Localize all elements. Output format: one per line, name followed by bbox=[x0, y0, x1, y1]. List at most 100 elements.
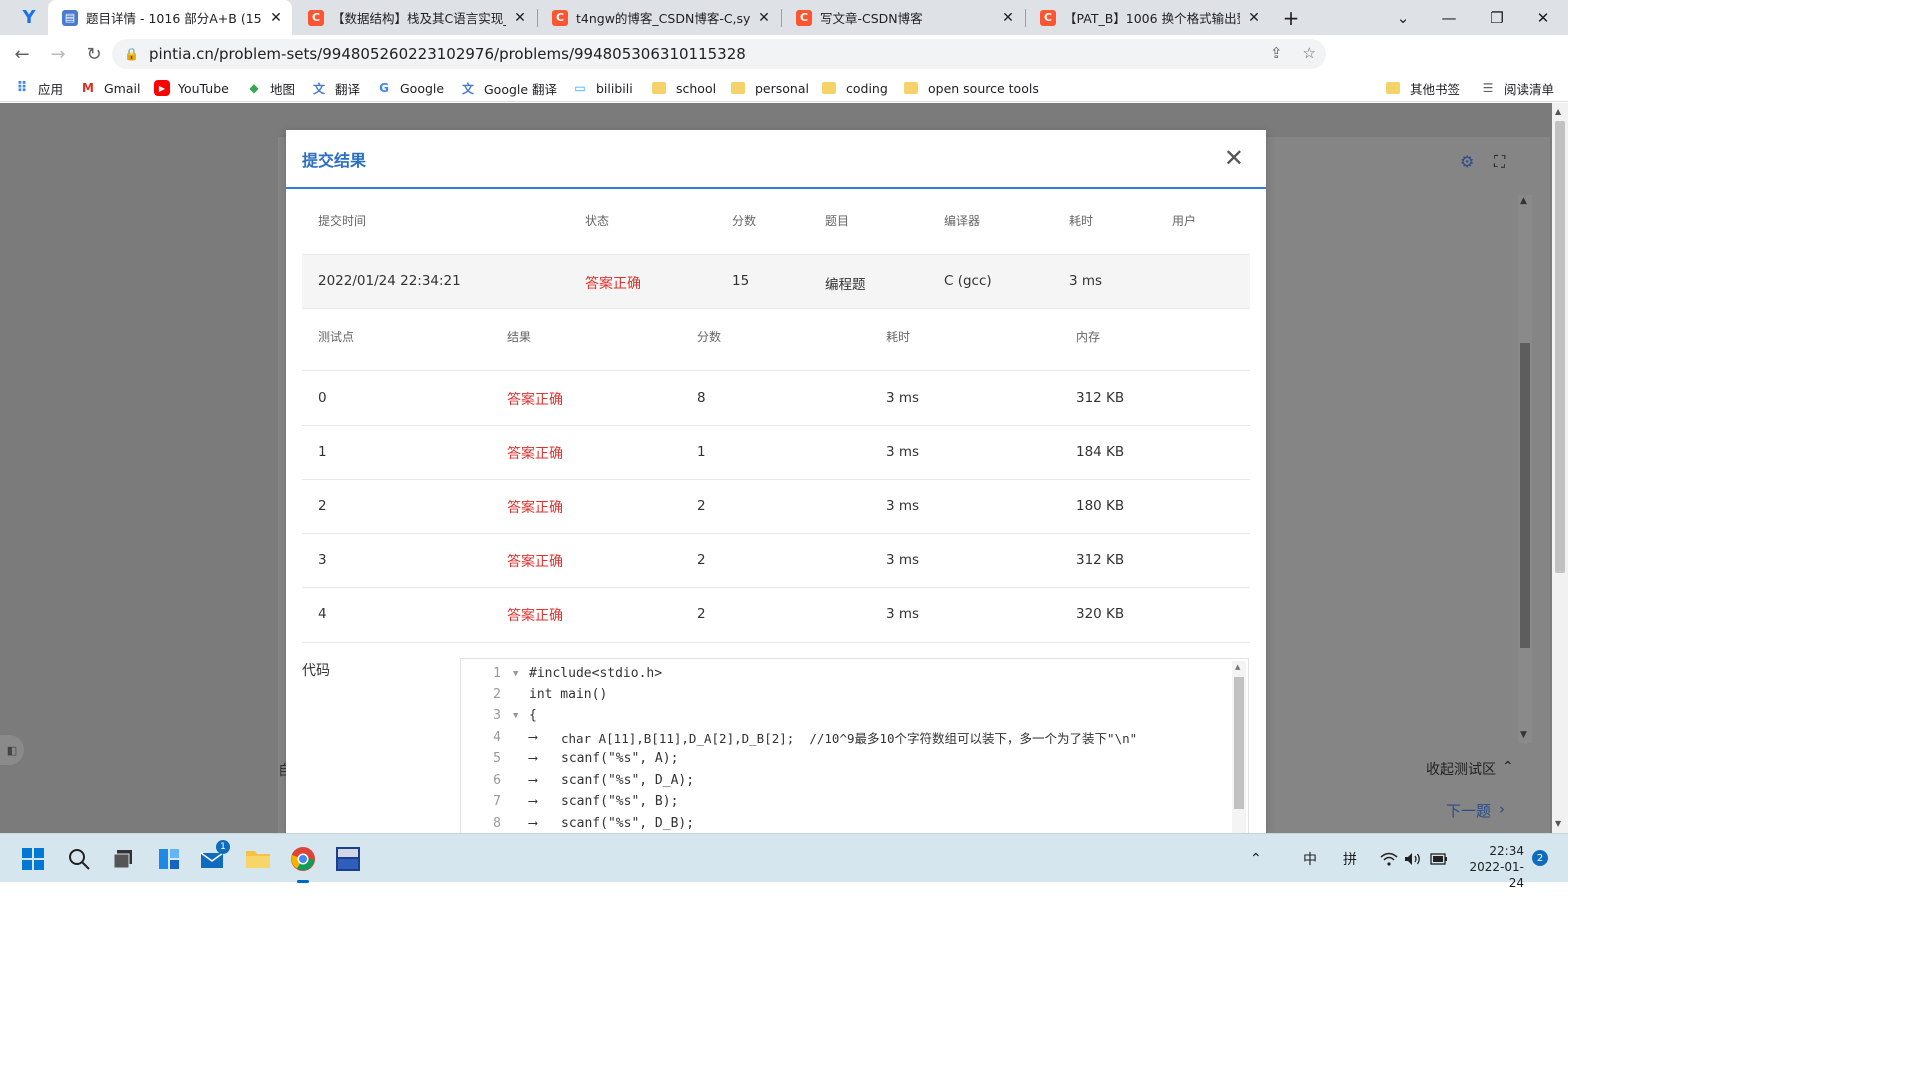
bookmark-gmail[interactable]: M Gmail bbox=[80, 78, 140, 98]
tab-csdn-write[interactable]: C 写文章-CSDN博客 ✕ bbox=[782, 0, 1024, 35]
close-icon[interactable]: ✕ bbox=[1224, 144, 1244, 172]
scroll-up-icon[interactable]: ▲ bbox=[1235, 663, 1240, 671]
widgets-icon[interactable] bbox=[152, 842, 186, 876]
windows-taskbar: 1 ⌃ 中 拼 22:34 2022-01-24 2 bbox=[0, 833, 1568, 890]
task-view-icon[interactable] bbox=[106, 842, 140, 876]
table-row: 3 答案正确 2 3 ms 312 KB bbox=[318, 552, 1125, 570]
reading-list-icon: ☰ bbox=[1482, 81, 1494, 95]
search-icon[interactable] bbox=[62, 842, 96, 876]
csdn-icon: C bbox=[308, 9, 324, 26]
tab-csdn-pat[interactable]: C 【PAT_B】1006 换个格式输出整 ✕ bbox=[1026, 0, 1270, 35]
notification-badge[interactable]: 2 bbox=[1532, 850, 1548, 866]
bookmarks-bar: ⠿ 应用 M Gmail ▶ YouTube ◆ 地图 文 翻译 G Googl… bbox=[0, 73, 1568, 102]
table-row: 4 答案正确 2 3 ms 320 KB bbox=[318, 606, 1125, 624]
address-bar[interactable]: 🔒 pintia.cn/problem-sets/994805260223102… bbox=[112, 39, 1326, 69]
close-tab-icon[interactable]: ✕ bbox=[512, 10, 528, 26]
close-tab-icon[interactable]: ✕ bbox=[1246, 10, 1262, 26]
modal-header: 提交结果 ✕ bbox=[286, 130, 1266, 189]
volume-icon[interactable] bbox=[1404, 834, 1422, 883]
file-explorer-icon[interactable] bbox=[241, 842, 275, 876]
scroll-down-icon[interactable]: ▼ bbox=[1520, 730, 1527, 740]
tab-csdn-blog[interactable]: C t4ngw的博客_CSDN博客-C,sym ✕ bbox=[538, 0, 780, 35]
divider bbox=[302, 642, 1250, 643]
folder-icon bbox=[731, 82, 745, 94]
lock-icon: 🔒 bbox=[124, 47, 139, 61]
pta-icon: ▤ bbox=[62, 9, 78, 26]
bookmark-google-translate[interactable]: 文 Google 翻译 bbox=[460, 78, 557, 98]
bookmark-folder-personal[interactable]: personal bbox=[731, 78, 809, 98]
close-window-button[interactable]: ✕ bbox=[1520, 0, 1566, 35]
bookmark-youtube[interactable]: ▶ YouTube bbox=[154, 78, 229, 98]
bookmark-folder-open-source-tools[interactable]: open source tools bbox=[904, 78, 1039, 98]
scrollbar-thumb[interactable] bbox=[1555, 121, 1565, 573]
close-tab-icon[interactable]: ✕ bbox=[1000, 10, 1016, 26]
share-icon[interactable]: ⇪ bbox=[1270, 44, 1283, 62]
status-badge[interactable]: 答案正确 bbox=[585, 273, 641, 293]
fold-arrow-icon[interactable]: ▼ bbox=[513, 711, 518, 721]
wifi-icon[interactable] bbox=[1380, 834, 1398, 883]
bookmark-folder-school[interactable]: school bbox=[652, 78, 716, 98]
bookmark-folder-coding[interactable]: coding bbox=[822, 78, 888, 98]
scroll-up-icon[interactable]: ▲ bbox=[1520, 196, 1527, 206]
show-hidden-icons-chevron-icon[interactable]: ⌃ bbox=[1250, 834, 1262, 883]
bookmark-bilibili[interactable]: ▭ bilibili bbox=[572, 78, 632, 98]
forward-button[interactable]: → bbox=[42, 38, 74, 70]
ime-language[interactable]: 中 bbox=[1303, 834, 1317, 883]
tab-search-icon[interactable]: Y bbox=[12, 0, 46, 35]
google-translate-icon: 文 bbox=[461, 81, 474, 96]
col-score: 分数 bbox=[732, 213, 757, 228]
scroll-up-arrow-icon[interactable]: ▲ bbox=[1555, 107, 1561, 116]
tab-search-chevron-icon[interactable]: ⌄ bbox=[1380, 0, 1426, 35]
battery-icon[interactable] bbox=[1430, 834, 1448, 883]
submit-time: 2022/01/24 22:34:21 bbox=[318, 273, 461, 289]
fold-arrow-icon[interactable]: ▼ bbox=[513, 669, 518, 679]
tab-problem-detail[interactable]: ▤ 题目详情 - 1016 部分A+B (15 分 ✕ bbox=[48, 0, 292, 35]
reload-button[interactable]: ↻ bbox=[78, 38, 110, 70]
col-memory: 内存 bbox=[1076, 329, 1101, 344]
page-inner-scrollbar[interactable] bbox=[1518, 195, 1532, 743]
folder-icon bbox=[904, 82, 918, 94]
fullscreen-icon[interactable]: ⛶ bbox=[1494, 152, 1505, 172]
scroll-down-arrow-icon[interactable]: ▼ bbox=[1555, 819, 1561, 828]
bookmark-apps[interactable]: ⠿ 应用 bbox=[14, 78, 63, 98]
close-tab-icon[interactable]: ✕ bbox=[756, 10, 772, 26]
collapse-test-area-button[interactable]: 收起测试区 ⌃ bbox=[1426, 759, 1514, 779]
back-button[interactable]: ← bbox=[6, 38, 38, 70]
next-problem-button[interactable]: 下一题 › bbox=[1446, 800, 1505, 821]
bookmark-star-icon[interactable]: ☆ bbox=[1303, 44, 1316, 62]
new-tab-button[interactable]: + bbox=[1268, 0, 1314, 35]
apps-grid-icon: ⠿ bbox=[16, 80, 28, 96]
code-scrollbar-thumb[interactable] bbox=[1234, 677, 1244, 809]
code-line: 6 ⟶ scanf("%s", D_A); bbox=[493, 773, 695, 788]
code-scrollbar[interactable]: ▲ bbox=[1232, 661, 1246, 833]
active-app-indicator bbox=[297, 880, 309, 883]
bookmark-translate[interactable]: 文 翻译 bbox=[311, 78, 360, 98]
reading-list[interactable]: ☰ 阅读清单 bbox=[1480, 78, 1554, 98]
browser-scrollbar[interactable]: ▲ ▼ bbox=[1552, 103, 1568, 833]
restore-button[interactable]: ❐ bbox=[1474, 0, 1520, 35]
mail-icon[interactable]: 1 bbox=[196, 840, 230, 876]
bilibili-icon: ▭ bbox=[574, 81, 586, 95]
settings-gear-icon[interactable]: ⚙ bbox=[1460, 152, 1474, 171]
problem-type: 编程题 bbox=[825, 277, 866, 293]
col-status: 状态 bbox=[585, 213, 610, 228]
close-tab-icon[interactable]: ✕ bbox=[268, 10, 284, 26]
bookmark-other[interactable]: 其他书签 bbox=[1386, 78, 1460, 98]
score-value: 15 bbox=[732, 273, 750, 289]
code-editor[interactable]: 1 ▼ #include<stdio.h> 2 int main() 3 ▼ { 4… bbox=[460, 658, 1249, 833]
code-line: 7 ⟶ scanf("%s", B); bbox=[493, 794, 679, 809]
table-row: 1 答案正确 1 3 ms 184 KB bbox=[318, 444, 1125, 462]
clock[interactable]: 22:34 2022-01-24 bbox=[1462, 843, 1524, 891]
dev-cpp-icon[interactable] bbox=[331, 842, 365, 876]
minimize-button[interactable]: — bbox=[1426, 0, 1472, 35]
tab-csdn-stack[interactable]: C 【数据结构】栈及其C语言实现_ ✕ bbox=[294, 0, 536, 35]
csdn-icon: C bbox=[1040, 9, 1056, 26]
ime-mode[interactable]: 拼 bbox=[1343, 834, 1357, 883]
google-icon: G bbox=[379, 81, 389, 95]
start-button[interactable] bbox=[16, 842, 50, 876]
clock-time: 22:34 bbox=[1489, 844, 1524, 858]
chrome-icon[interactable] bbox=[286, 842, 320, 883]
bookmark-google[interactable]: G Google bbox=[376, 78, 444, 98]
code-line: 5 ⟶ scanf("%s", A); bbox=[493, 751, 679, 766]
bookmark-maps[interactable]: ◆ 地图 bbox=[246, 78, 295, 98]
